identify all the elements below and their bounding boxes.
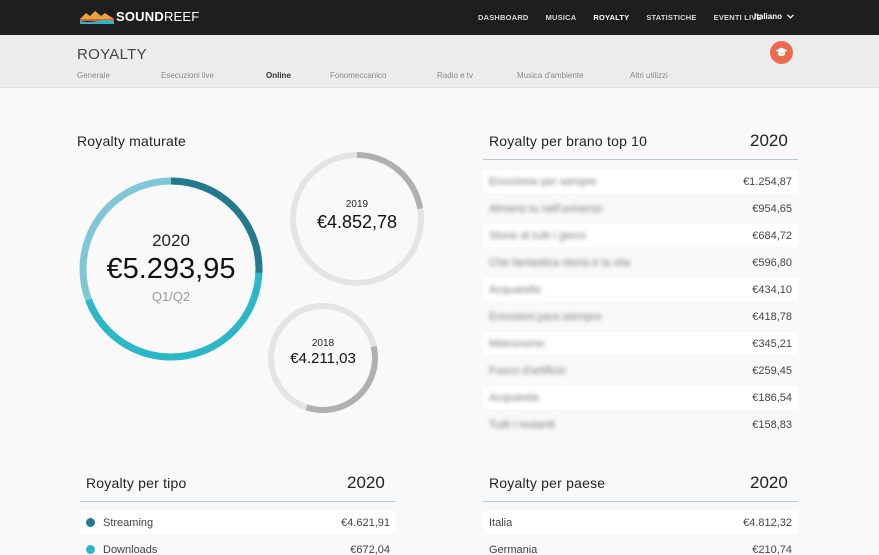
table-row[interactable]: Germania €210,74 (483, 538, 798, 555)
soundreef-logo[interactable]: SOUNDREEF (80, 9, 199, 24)
per-tipo-year: 2020 (347, 473, 385, 492)
ring-2019-year: 2019 (345, 199, 369, 210)
table-row[interactable]: Italia €4.812,32 (483, 511, 798, 534)
table-row[interactable]: Emozione per sempre €1.254,87 (483, 170, 798, 193)
ring-2020-year: 2020 (152, 231, 190, 250)
mountain-wave-logo-icon (80, 10, 114, 24)
nav-dashboard[interactable]: DASHBOARD (478, 13, 529, 22)
table-row[interactable]: Streaming €4.621,91 (80, 511, 396, 534)
royalty-tabs: Generale Esecuzioni live Online Fonomecc… (0, 71, 879, 83)
per-tipo-divider (80, 501, 396, 502)
table-row[interactable]: Almeno tu nell'universo €954,65 (483, 197, 798, 220)
top-navbar: SOUNDREEF DASHBOARD MUSICA ROYALTY STATI… (0, 0, 879, 35)
main-nav: DASHBOARD MUSICA ROYALTY STATISTICHE EVE… (478, 13, 779, 22)
ring-2018: 2018 €4.211,03 (266, 302, 380, 414)
ring-2020: 2020 €5.293,95 Q1/Q2 (77, 175, 265, 363)
brand-name: SOUNDREEF (116, 9, 200, 24)
nav-statistiche[interactable]: STATISTICHE (646, 13, 696, 22)
tab-fonomeccanico[interactable]: Fonomeccanico (330, 71, 386, 80)
nav-royalty[interactable]: ROYALTY (593, 13, 629, 22)
ring-2019: 2019 €4.852,78 (289, 151, 425, 287)
page-title: ROYALTY (77, 46, 147, 63)
per-paese-divider (483, 501, 798, 502)
language-label: Italiano (754, 12, 783, 21)
per-paese-title: Royalty per paese (489, 475, 606, 491)
ring-2020-amount: €5.293,95 (106, 253, 236, 285)
top10-title: Royalty per brano top 10 (489, 133, 648, 149)
education-button[interactable] (770, 41, 793, 64)
downloads-dot-icon (86, 544, 95, 554)
royalty-subheader: ROYALTY Generale Esecuzioni live Online … (0, 35, 879, 88)
tab-musica-ambiente[interactable]: Musica d'ambiente (517, 71, 583, 80)
streaming-dot-icon (86, 517, 95, 527)
tab-esecuzioni-live[interactable]: Esecuzioni live (161, 71, 214, 80)
tab-radio-e-tv[interactable]: Radio e tv (437, 71, 473, 80)
chevron-down-icon (787, 14, 794, 19)
ring-2018-year: 2018 (311, 338, 335, 349)
ring-2019-amount: €4.852,78 (316, 212, 398, 232)
table-row[interactable]: Fuoco d'artificio €259,45 (483, 359, 798, 382)
table-row[interactable]: Che fantastica storia è la vita €596,80 (483, 251, 798, 274)
language-selector[interactable]: Italiano (754, 12, 794, 21)
nav-musica[interactable]: MUSICA (546, 13, 577, 22)
table-row[interactable]: Storie di tutti i giorni €684,72 (483, 224, 798, 247)
top10-year: 2020 (750, 131, 788, 150)
table-row[interactable]: Downloads €672,04 (80, 538, 396, 555)
per-paese-year: 2020 (750, 473, 788, 492)
graduation-cap-icon (775, 47, 788, 56)
table-row[interactable]: Acquarela €186,54 (483, 386, 798, 409)
table-row[interactable]: Metronomo €345,21 (483, 332, 798, 355)
tab-generale[interactable]: Generale (77, 71, 110, 80)
table-row[interactable]: Tutti i restanti €158,83 (483, 413, 798, 436)
table-row[interactable]: Emozioni para siempre €418,78 (483, 305, 798, 328)
ring-2018-amount: €4.211,03 (290, 350, 356, 367)
table-row[interactable]: Acquarello €434,10 (483, 278, 798, 301)
maturate-title: Royalty maturate (77, 133, 187, 149)
top10-divider (483, 159, 798, 160)
tab-altri-utilizzi[interactable]: Altri utilizzi (630, 71, 668, 80)
ring-2020-period: Q1/Q2 (151, 289, 191, 304)
per-tipo-title: Royalty per tipo (86, 475, 187, 491)
tab-online[interactable]: Online (266, 71, 291, 80)
